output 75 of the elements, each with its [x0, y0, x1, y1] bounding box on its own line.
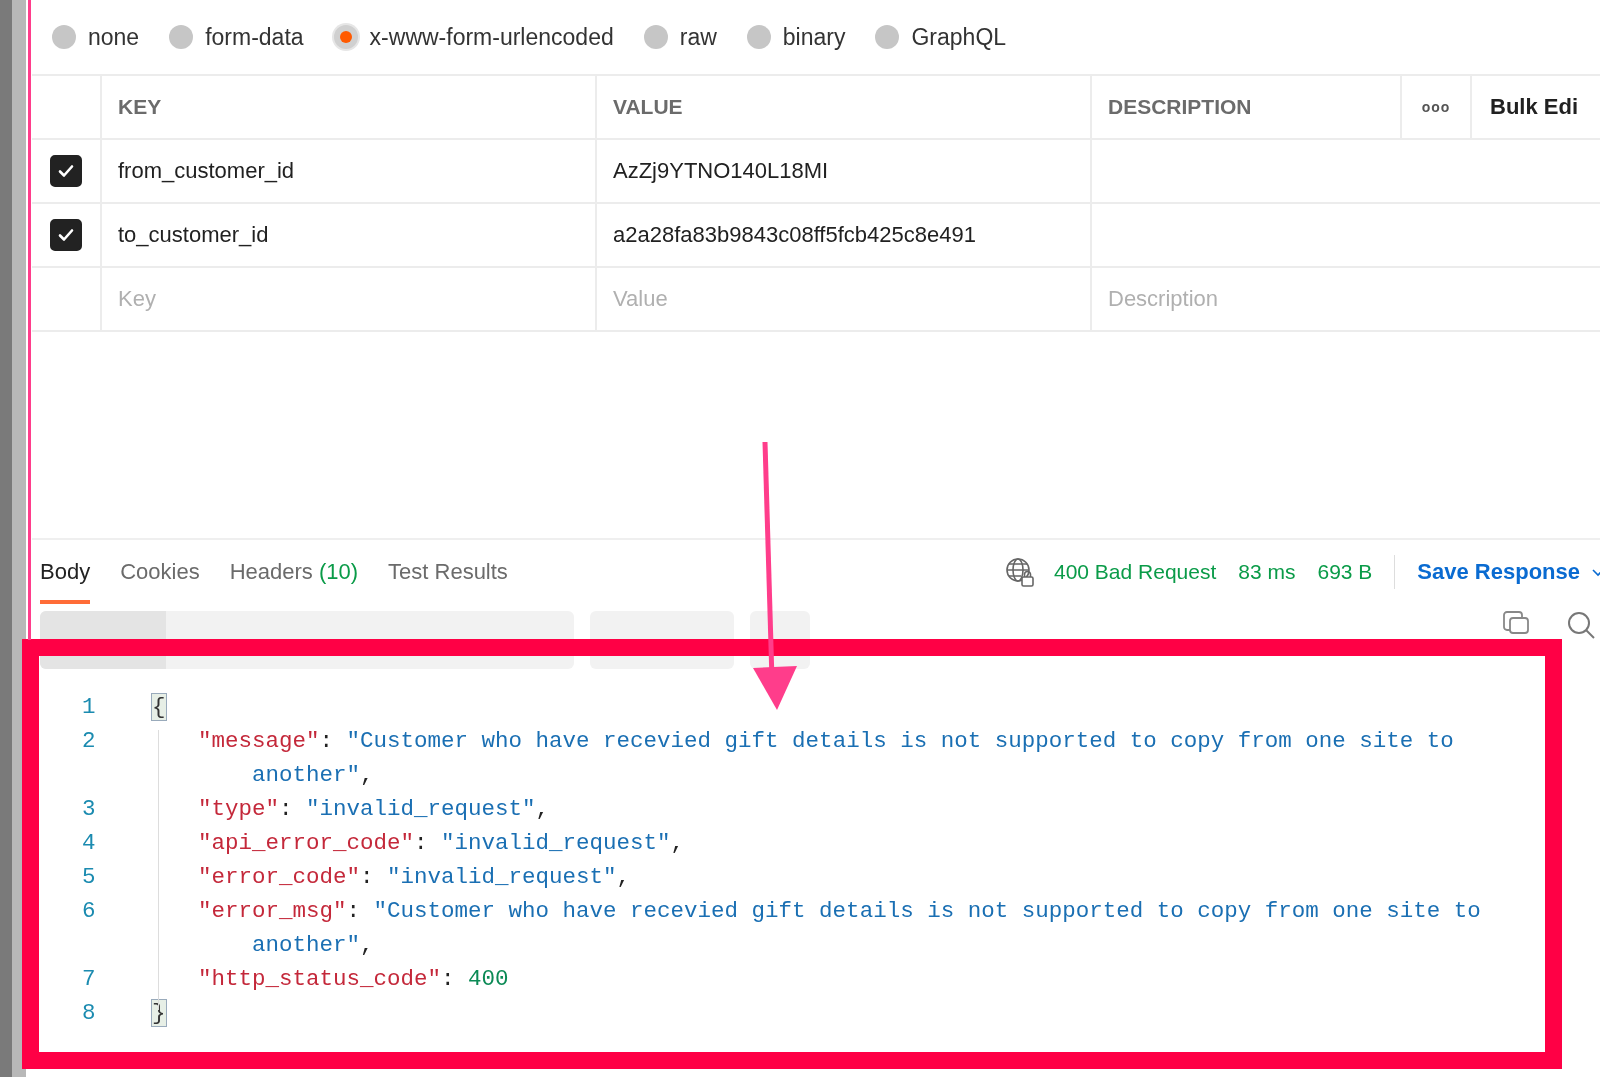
json-key: "error_code" [198, 864, 361, 890]
line-number: 2 [82, 727, 97, 756]
line-number: 1 [82, 693, 97, 722]
json-punctuation: , [360, 762, 374, 788]
response-tab[interactable]: Test Results [388, 540, 508, 604]
description-field[interactable]: Description [1108, 286, 1408, 312]
column-header: DESCRIPTION [1092, 76, 1402, 138]
json-punctuation: : [360, 864, 375, 890]
response-tab[interactable]: Body [40, 540, 91, 604]
search-icon[interactable] [1566, 610, 1596, 640]
globe-lock-icon[interactable] [1004, 556, 1036, 588]
json-string: "Customer who have recevied gift details is not supported to copy from one site to [373, 898, 1481, 924]
radio-label: binary [782, 23, 846, 51]
line-number: 6 [82, 897, 97, 926]
body-type-option[interactable]: none [52, 23, 140, 51]
line-number: 7 [82, 965, 97, 994]
json-punctuation: , [670, 830, 685, 856]
more-options-button[interactable]: ooo [1421, 99, 1451, 115]
save-response-button[interactable]: Save Response [1417, 559, 1580, 585]
table-cell: from_customer_id [118, 158, 295, 184]
key-field[interactable]: Key [118, 286, 418, 312]
json-punctuation: : [441, 966, 456, 992]
line-number: 8 [82, 999, 97, 1028]
radio-label: none [88, 23, 140, 51]
radio-icon[interactable] [52, 25, 76, 49]
table-cell: a2a28fa83b9843c08ff5fcb425c8e491 [613, 222, 976, 248]
checkbox[interactable] [50, 155, 82, 187]
response-size: 693 B [1317, 560, 1373, 584]
json-punctuation: , [616, 864, 631, 890]
json-brace: { [152, 694, 166, 720]
json-string: another" [252, 762, 361, 788]
checkbox[interactable] [50, 219, 82, 251]
response-time: 83 ms [1238, 560, 1296, 584]
body-type-option[interactable]: form-data [169, 23, 304, 51]
json-punctuation: , [360, 932, 374, 958]
value-field[interactable]: Value [613, 286, 913, 312]
line-number: 4 [82, 829, 97, 858]
radio-label: GraphQL [911, 23, 1007, 51]
radio-icon[interactable] [169, 25, 194, 49]
line-number: 5 [82, 863, 97, 892]
copy-icon[interactable] [1502, 610, 1530, 634]
json-key: "error_msg" [198, 898, 347, 924]
json-key: "message" [198, 728, 320, 754]
body-type-option[interactable]: binary [746, 23, 846, 51]
json-punctuation: : [319, 728, 335, 754]
radio-label: form-data [205, 23, 304, 51]
response-tab[interactable]: Cookies [120, 540, 200, 604]
json-number: 400 [468, 966, 509, 992]
json-string: "invalid_request" [306, 796, 536, 822]
column-header: VALUE [597, 76, 1092, 138]
radio-icon[interactable] [333, 25, 358, 49]
line-number: 3 [82, 795, 97, 824]
radio-icon[interactable] [875, 25, 900, 49]
json-key: "api_error_code" [198, 830, 415, 856]
body-type-option[interactable]: raw [643, 23, 717, 51]
radio-icon[interactable] [643, 25, 668, 49]
json-string: "Customer who have recevied gift details is not supported to copy from one site to [346, 728, 1454, 754]
bulk-edit-link[interactable]: Bulk Edi [1490, 94, 1578, 120]
table-cell: to_customer_id [118, 222, 269, 248]
body-type-option[interactable]: GraphQL [875, 23, 1007, 51]
radio-icon[interactable] [746, 25, 771, 49]
json-key: "http_status_code" [198, 966, 442, 992]
json-string: "invalid_request" [387, 864, 617, 890]
json-punctuation: : [414, 830, 429, 856]
column-header: KEY [102, 76, 597, 138]
response-tab[interactable]: Headers (10) [229, 540, 359, 604]
json-punctuation: : [279, 796, 294, 822]
json-key: "type" [198, 796, 279, 822]
json-string: "invalid_request" [441, 830, 671, 856]
json-string: another" [252, 932, 361, 958]
status-code: 400 Bad Request [1054, 560, 1217, 584]
json-punctuation: , [535, 796, 550, 822]
table-cell: AzZj9YTNO140L18MI [613, 158, 829, 184]
radio-label: raw [679, 23, 717, 51]
json-punctuation: : [346, 898, 362, 924]
